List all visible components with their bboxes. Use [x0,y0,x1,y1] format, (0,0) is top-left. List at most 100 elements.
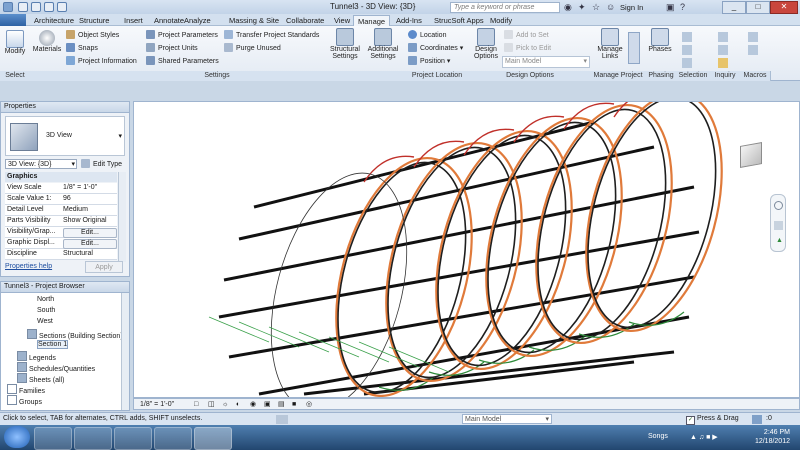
crop-view-icon[interactable]: ▣ [264,400,271,410]
sign-in-link[interactable]: Sign In [620,3,643,12]
property-value[interactable]: 1/8" = 1'-0" [63,183,97,193]
object-styles-button[interactable]: Object Styles [66,30,119,39]
undo-icon[interactable] [44,2,54,12]
expand-icon[interactable] [7,384,17,394]
open-icon[interactable] [18,2,28,12]
tab-view[interactable]: View [330,15,354,26]
folder-icon[interactable] [17,351,27,361]
project-information-button[interactable]: Project Information [66,56,137,65]
position-button[interactable]: Position ▾ [408,56,450,65]
view-scale[interactable]: 1/8" = 1'-0" [140,400,174,410]
design-option-status-select[interactable]: Main Model ▾ [462,414,552,424]
type-selector[interactable]: 3D View ▾ [5,116,125,156]
exchange-icon[interactable]: ▣ [666,2,675,13]
browser-item[interactable]: Families [7,384,45,395]
manage-links-button[interactable]: Manage Links [594,28,626,60]
taskbar-paint-icon[interactable] [154,427,192,450]
edit-button[interactable]: Edit... [63,228,117,238]
location-button[interactable]: Location [408,30,446,39]
save-selection-icon[interactable] [682,32,692,42]
load-selection-icon[interactable] [682,45,692,55]
songs-toolbar[interactable]: Songs [648,433,668,440]
app-logo-icon[interactable] [3,2,13,12]
tab-analyze[interactable]: Analyze [180,15,215,26]
visual-style-icon[interactable]: ◫ [208,400,215,410]
property-value[interactable]: Medium [63,205,88,215]
folder-icon[interactable] [27,329,37,339]
browser-item[interactable]: Sheets (all) [17,373,64,384]
minimize-button[interactable]: _ [722,1,746,14]
coordinates-button[interactable]: Coordinates ▾ [408,43,463,52]
navigation-bar[interactable]: ▲ [770,194,786,252]
select-by-id-icon[interactable] [718,45,728,55]
browser-item[interactable]: Section 1 [37,340,69,349]
instance-selector[interactable]: 3D View: {3D} ▾ [5,159,77,169]
maximize-button[interactable]: □ [746,1,770,14]
modify-button[interactable]: Modify [2,30,28,55]
macro-security-icon[interactable] [748,45,758,55]
property-value[interactable]: 96 [63,194,71,204]
tab-massing-site[interactable]: Massing & Site [225,15,283,26]
browser-item[interactable]: Groups [7,395,42,406]
apply-button[interactable]: Apply [85,261,123,273]
project-parameters-button[interactable]: Project Parameters [146,30,218,39]
star-icon[interactable]: ☆ [592,2,600,13]
lock-view-icon[interactable]: ■ [292,400,296,410]
browser-scrollbar[interactable] [121,293,129,410]
purge-unused-button[interactable]: Purge Unused [224,43,281,52]
additional-settings-button[interactable]: Additional Settings [364,28,402,60]
clock[interactable]: 2:46 PM 12/18/2012 [755,428,790,446]
user-icon[interactable]: ☺ [606,2,615,12]
tab-architecture[interactable]: Architecture [30,15,78,26]
taskbar-ie-icon[interactable] [34,427,72,450]
properties-help-link[interactable]: Properties help [5,263,52,270]
pick-to-edit-button[interactable]: Pick to Edit [504,43,551,52]
binoculars-icon[interactable]: ◉ [564,2,572,13]
property-value[interactable]: Structural [63,249,93,259]
property-value[interactable]: Show Original [63,216,107,226]
help-icon[interactable]: ? [680,2,685,12]
expand-icon[interactable] [7,395,17,405]
tab-strucsoft-apps[interactable]: StrucSoft Apps [430,15,488,26]
filter-icon[interactable] [752,415,762,424]
browser-item[interactable]: West [37,318,53,325]
transfer-project-standards-button[interactable]: Transfer Project Standards [224,30,319,39]
taskbar-chrome-icon[interactable] [114,427,152,450]
properties-scrollbar[interactable] [118,172,126,262]
tab-insert[interactable]: Insert [120,15,147,26]
worksharing-icon[interactable] [276,415,288,424]
infocenter-icon[interactable]: ✦ [578,2,586,13]
folder-icon[interactable] [17,373,27,383]
edit-button[interactable]: Edit... [63,239,117,249]
edit-selection-icon[interactable] [682,58,692,68]
sun-path-icon[interactable]: ☼ [222,400,228,410]
tab-structure[interactable]: Structure [75,15,113,26]
project-units-button[interactable]: Project Units [146,43,198,52]
warnings-icon[interactable] [718,58,728,68]
add-to-set-button[interactable]: Add to Set [504,30,549,39]
start-button[interactable] [4,426,30,448]
manage-project-extra-button[interactable] [628,32,640,64]
redo-icon[interactable] [57,2,67,12]
tab-modify[interactable]: Modify [486,15,516,26]
tab-collaborate[interactable]: Collaborate [282,15,328,26]
press-drag-checkbox[interactable]: ✓ Press & Drag [686,413,739,425]
browser-item[interactable]: South [37,307,55,314]
close-button[interactable]: ✕ [770,1,798,14]
tab-add-ins[interactable]: Add-Ins [392,15,426,26]
detail-level-icon[interactable]: □ [194,400,198,410]
save-icon[interactable] [31,2,41,12]
structural-settings-button[interactable]: Structural Settings [328,28,362,60]
taskbar-explorer-icon[interactable] [74,427,112,450]
zoom-icon[interactable] [774,221,783,230]
zoom-extents-icon[interactable]: ▲ [776,237,783,244]
design-option-select[interactable]: Main Model ▾ [502,56,590,68]
design-options-button[interactable]: Design Options [472,28,500,60]
steering-wheel-icon[interactable] [774,201,783,210]
edit-type-button[interactable]: Edit Type [81,159,122,170]
rebar-cage-drawing[interactable] [134,102,800,398]
snaps-button[interactable]: Snaps [66,43,98,52]
materials-button[interactable]: Materials [32,30,62,53]
browser-item[interactable]: North [37,296,54,303]
macro-manager-icon[interactable] [748,32,758,42]
